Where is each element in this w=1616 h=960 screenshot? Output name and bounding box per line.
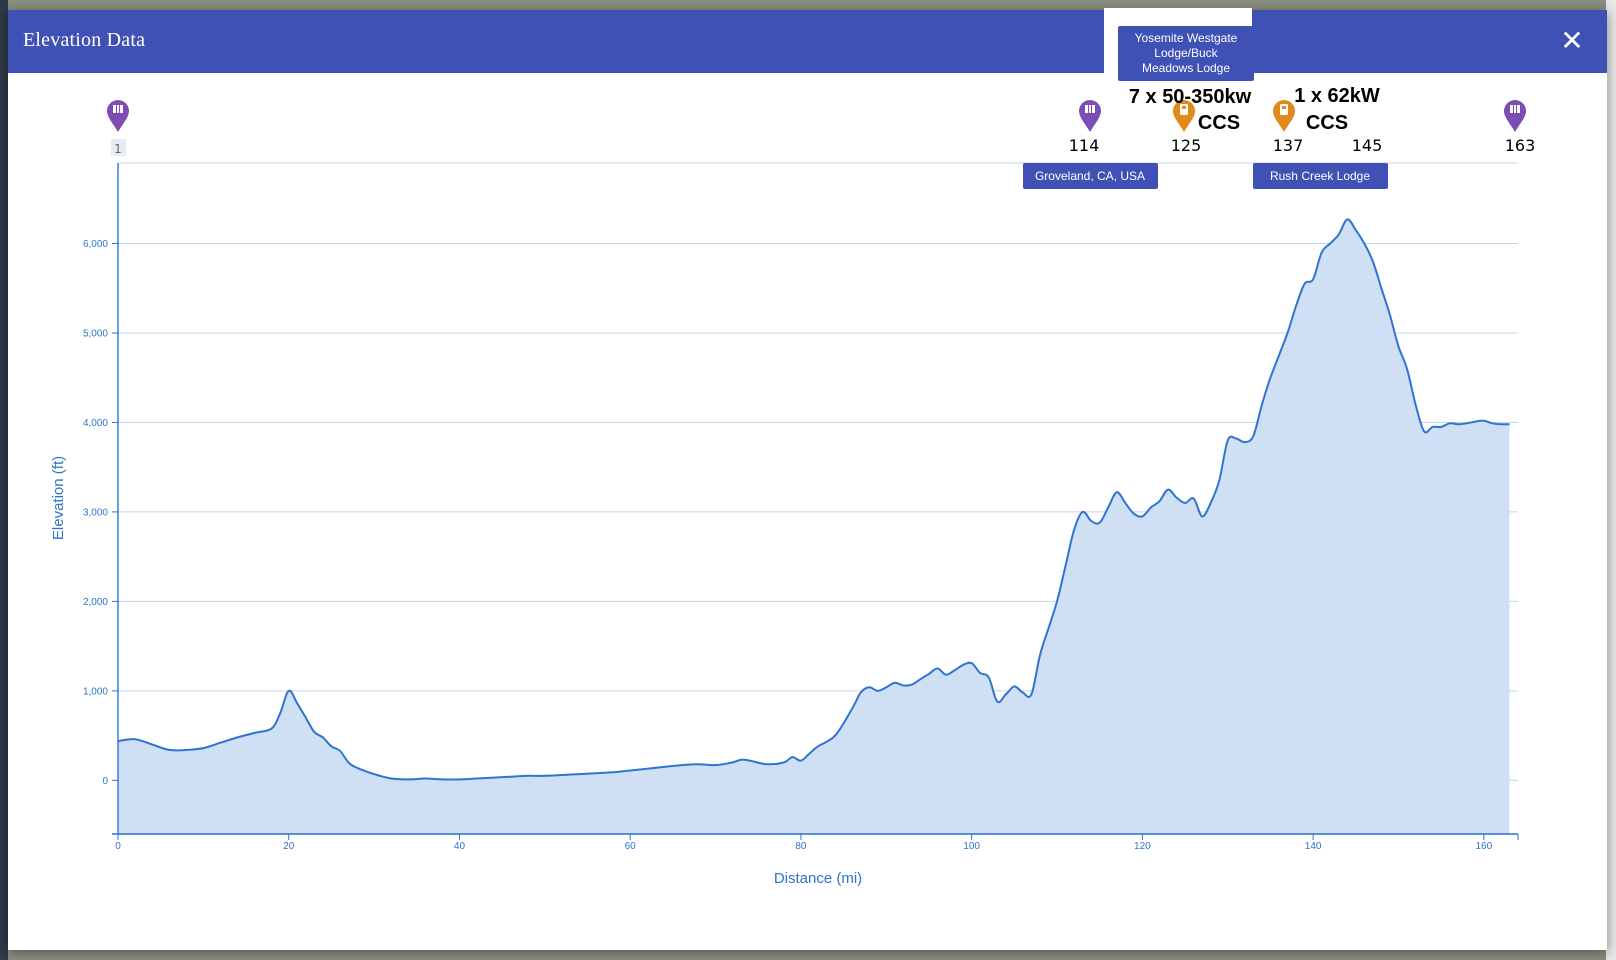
- svg-text:Groveland, CA, USA: Groveland, CA, USA: [1035, 169, 1145, 183]
- marker-137[interactable]: 137: [1273, 100, 1304, 155]
- y-tick-label: 4,000: [83, 418, 108, 429]
- map-pin-icon: [107, 100, 129, 132]
- svg-text:Lodge/Buck: Lodge/Buck: [1154, 46, 1218, 60]
- svg-text:7 x 50-350kw: 7 x 50-350kw: [1129, 86, 1252, 108]
- x-tick-label: 140: [1305, 841, 1322, 852]
- x-tick-label: 120: [1134, 841, 1151, 852]
- map-pin-icon: [1079, 100, 1101, 132]
- svg-text:CCS: CCS: [1198, 112, 1240, 134]
- y-axis-title: Elevation (ft): [50, 456, 67, 540]
- x-tick-label: 40: [454, 841, 466, 852]
- charger-pin-icon: [1273, 100, 1295, 132]
- x-tick-label: 80: [795, 841, 807, 852]
- place-label-rush-creek[interactable]: Rush Creek Lodge: [1253, 163, 1388, 189]
- x-tick-label: 20: [283, 841, 295, 852]
- svg-text:CCS: CCS: [1306, 112, 1348, 134]
- place-label-groveland[interactable]: Groveland, CA, USA: [1023, 163, 1158, 189]
- x-tick-label: 160: [1476, 841, 1493, 852]
- x-tick-label: 100: [963, 841, 980, 852]
- marker-label: 163: [1505, 136, 1536, 155]
- map-pin-icon: [1504, 100, 1526, 132]
- y-tick-label: 2,000: [83, 597, 108, 608]
- y-tick-label: 5,000: [83, 328, 108, 339]
- marker-125[interactable]: 125: [1171, 100, 1202, 155]
- svg-text:Yosemite Westgate: Yosemite Westgate: [1135, 31, 1238, 45]
- x-axis-title: Distance (mi): [774, 870, 862, 887]
- svg-text:Rush Creek Lodge: Rush Creek Lodge: [1270, 169, 1370, 183]
- station-info-137: 1 x 62kW CCS: [1294, 85, 1380, 134]
- x-tick-label: 60: [625, 841, 637, 852]
- marker-label: 114: [1069, 136, 1100, 155]
- place-label-yosemite-westgate[interactable]: Yosemite Westgate Lodge/Buck Meadows Lod…: [1118, 26, 1254, 81]
- marker-163[interactable]: 163: [1504, 100, 1535, 155]
- y-tick-label: 6,000: [83, 239, 108, 250]
- marker-label: 137: [1273, 136, 1304, 155]
- marker-label: 1: [114, 142, 122, 156]
- marker-1[interactable]: 1: [107, 100, 129, 156]
- marker-145: 145: [1352, 136, 1383, 155]
- marker-114[interactable]: 114: [1069, 100, 1101, 155]
- elevation-chart: 0 1,000 2,000 3,000 4,000 5,000 6,000 0 20 40 60 80…: [50, 8, 1535, 887]
- svg-text:1 x 62kW: 1 x 62kW: [1294, 85, 1380, 107]
- x-tick-label: 0: [115, 841, 121, 852]
- marker-label: 125: [1171, 136, 1202, 155]
- svg-text:Meadows Lodge: Meadows Lodge: [1142, 61, 1230, 75]
- marker-label: 145: [1352, 136, 1383, 155]
- y-tick-label: 0: [102, 776, 108, 787]
- y-tick-label: 1,000: [83, 686, 108, 697]
- y-tick-label: 3,000: [83, 507, 108, 518]
